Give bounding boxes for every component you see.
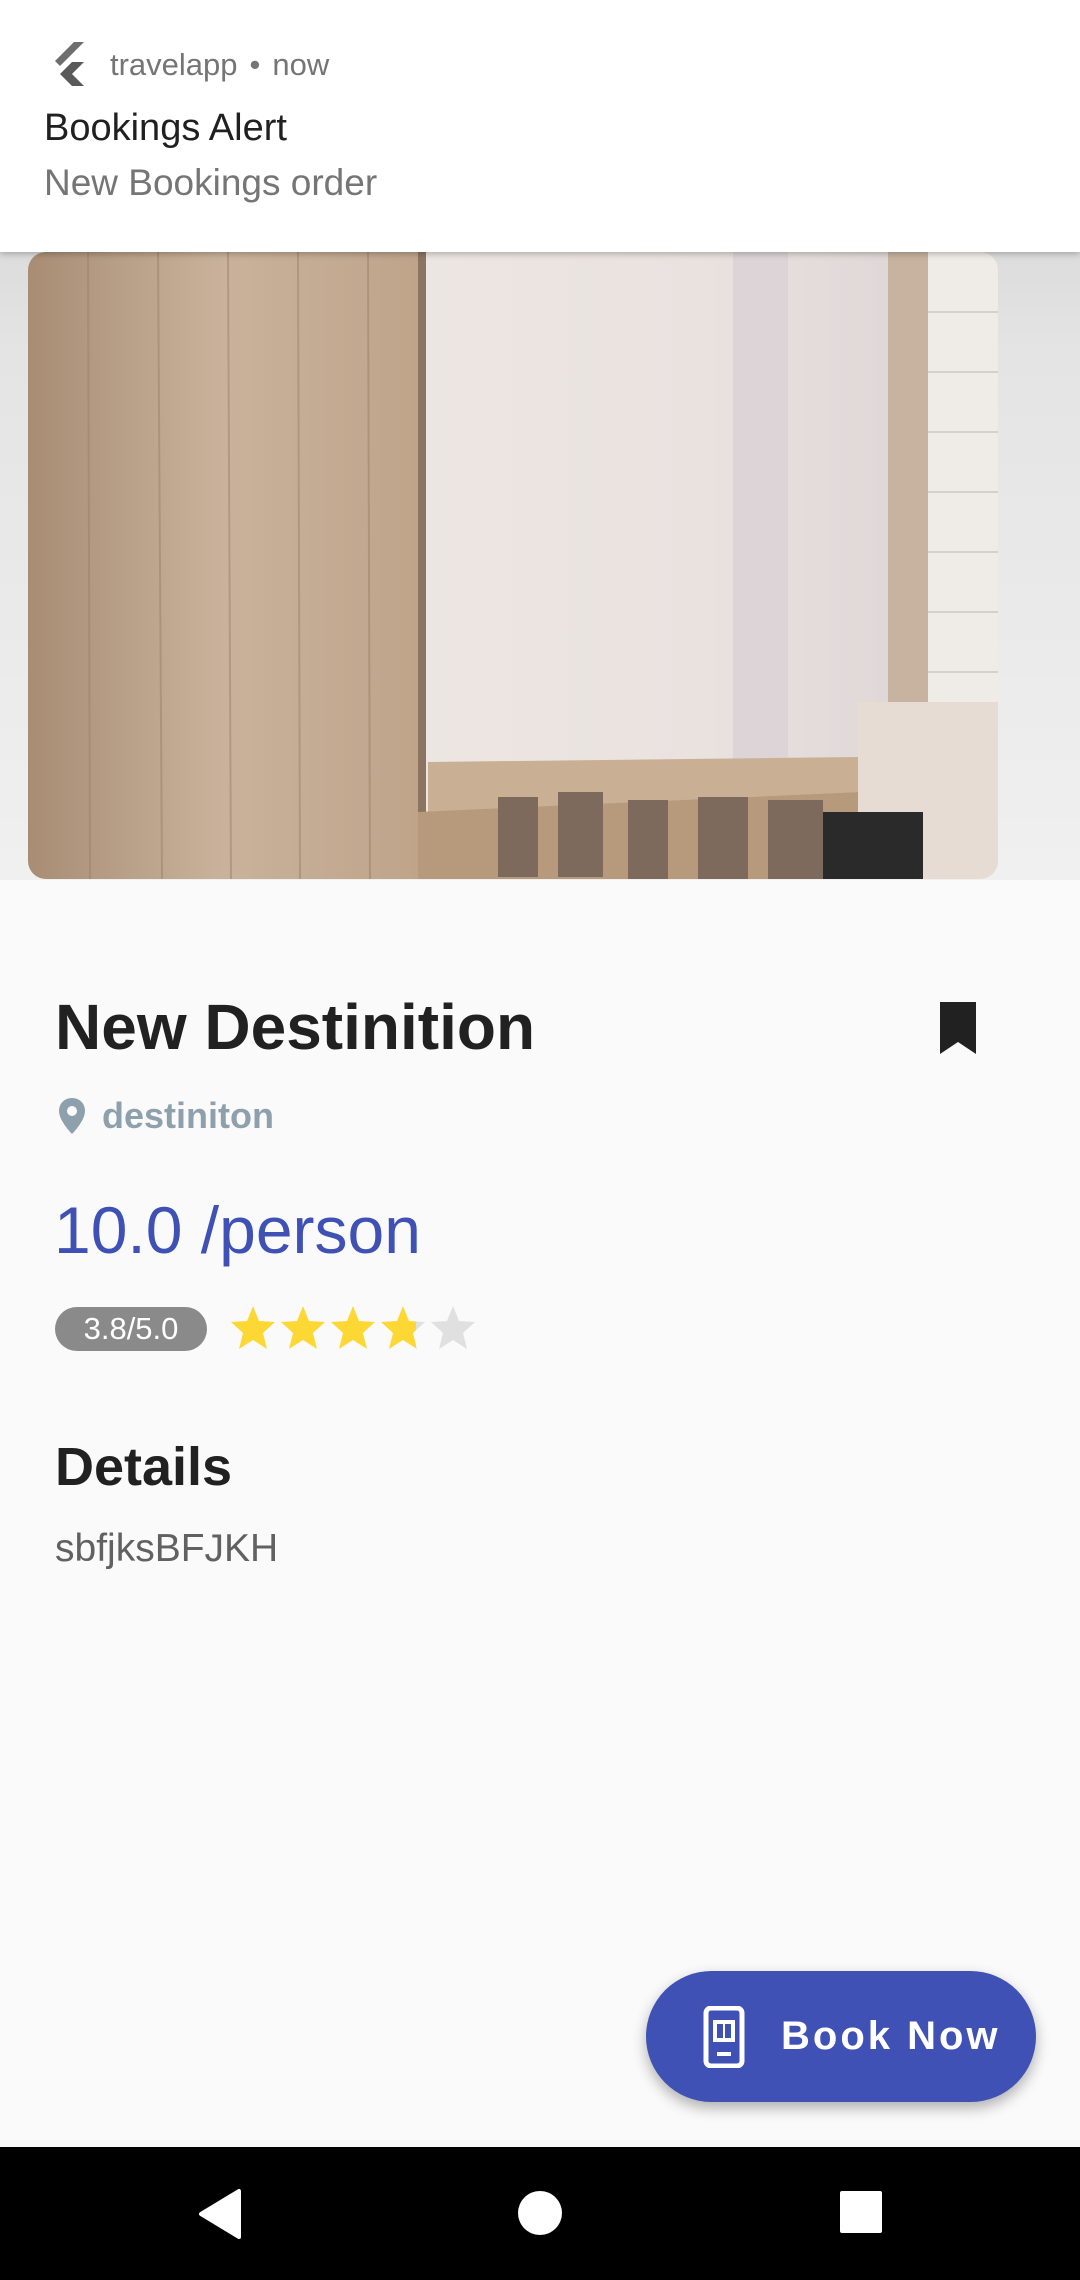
book-now-label: Book Now [781,2014,1001,2058]
book-now-button[interactable]: Book Now [646,1971,1036,2102]
destination-title: New Destinition [55,991,536,1063]
notification-app-name: travelapp [110,47,238,82]
star-half-icon [381,1306,425,1349]
notification-title: Bookings Alert [44,107,287,149]
destination-image [28,252,998,879]
notification-header: travelapp • now [44,40,329,90]
location-row: destiniton [56,1093,274,1139]
rating-badge: 3.8/5.0 [55,1307,207,1351]
smartphone-icon [703,2005,745,2068]
location-text: destiniton [102,1095,274,1136]
star-rating [228,1303,478,1353]
notification-body: New Bookings order [44,162,378,203]
flutter-logo-icon [55,42,84,86]
home-icon[interactable] [516,2189,564,2237]
system-navigation-bar [0,2147,1080,2280]
notification-time: now [272,47,330,82]
star-icon [231,1306,275,1349]
details-heading: Details [55,1437,233,1497]
details-text: sbfjksBFJKH [55,1527,279,1570]
destination-detail-screen: travelapp • now Bookings Alert New Booki… [0,0,1080,2280]
star-icon [331,1306,375,1349]
back-icon[interactable] [195,2187,243,2241]
push-notification[interactable]: travelapp • now Bookings Alert New Booki… [0,0,1080,252]
recents-icon[interactable] [840,2191,882,2233]
star-empty-icon [431,1306,475,1349]
price-per-person: 10.0 /person [54,1193,421,1267]
location-pin-icon [59,1098,85,1134]
bookmark-icon[interactable] [936,1000,980,1056]
notification-separator: • [249,47,261,82]
star-icon [281,1306,325,1349]
